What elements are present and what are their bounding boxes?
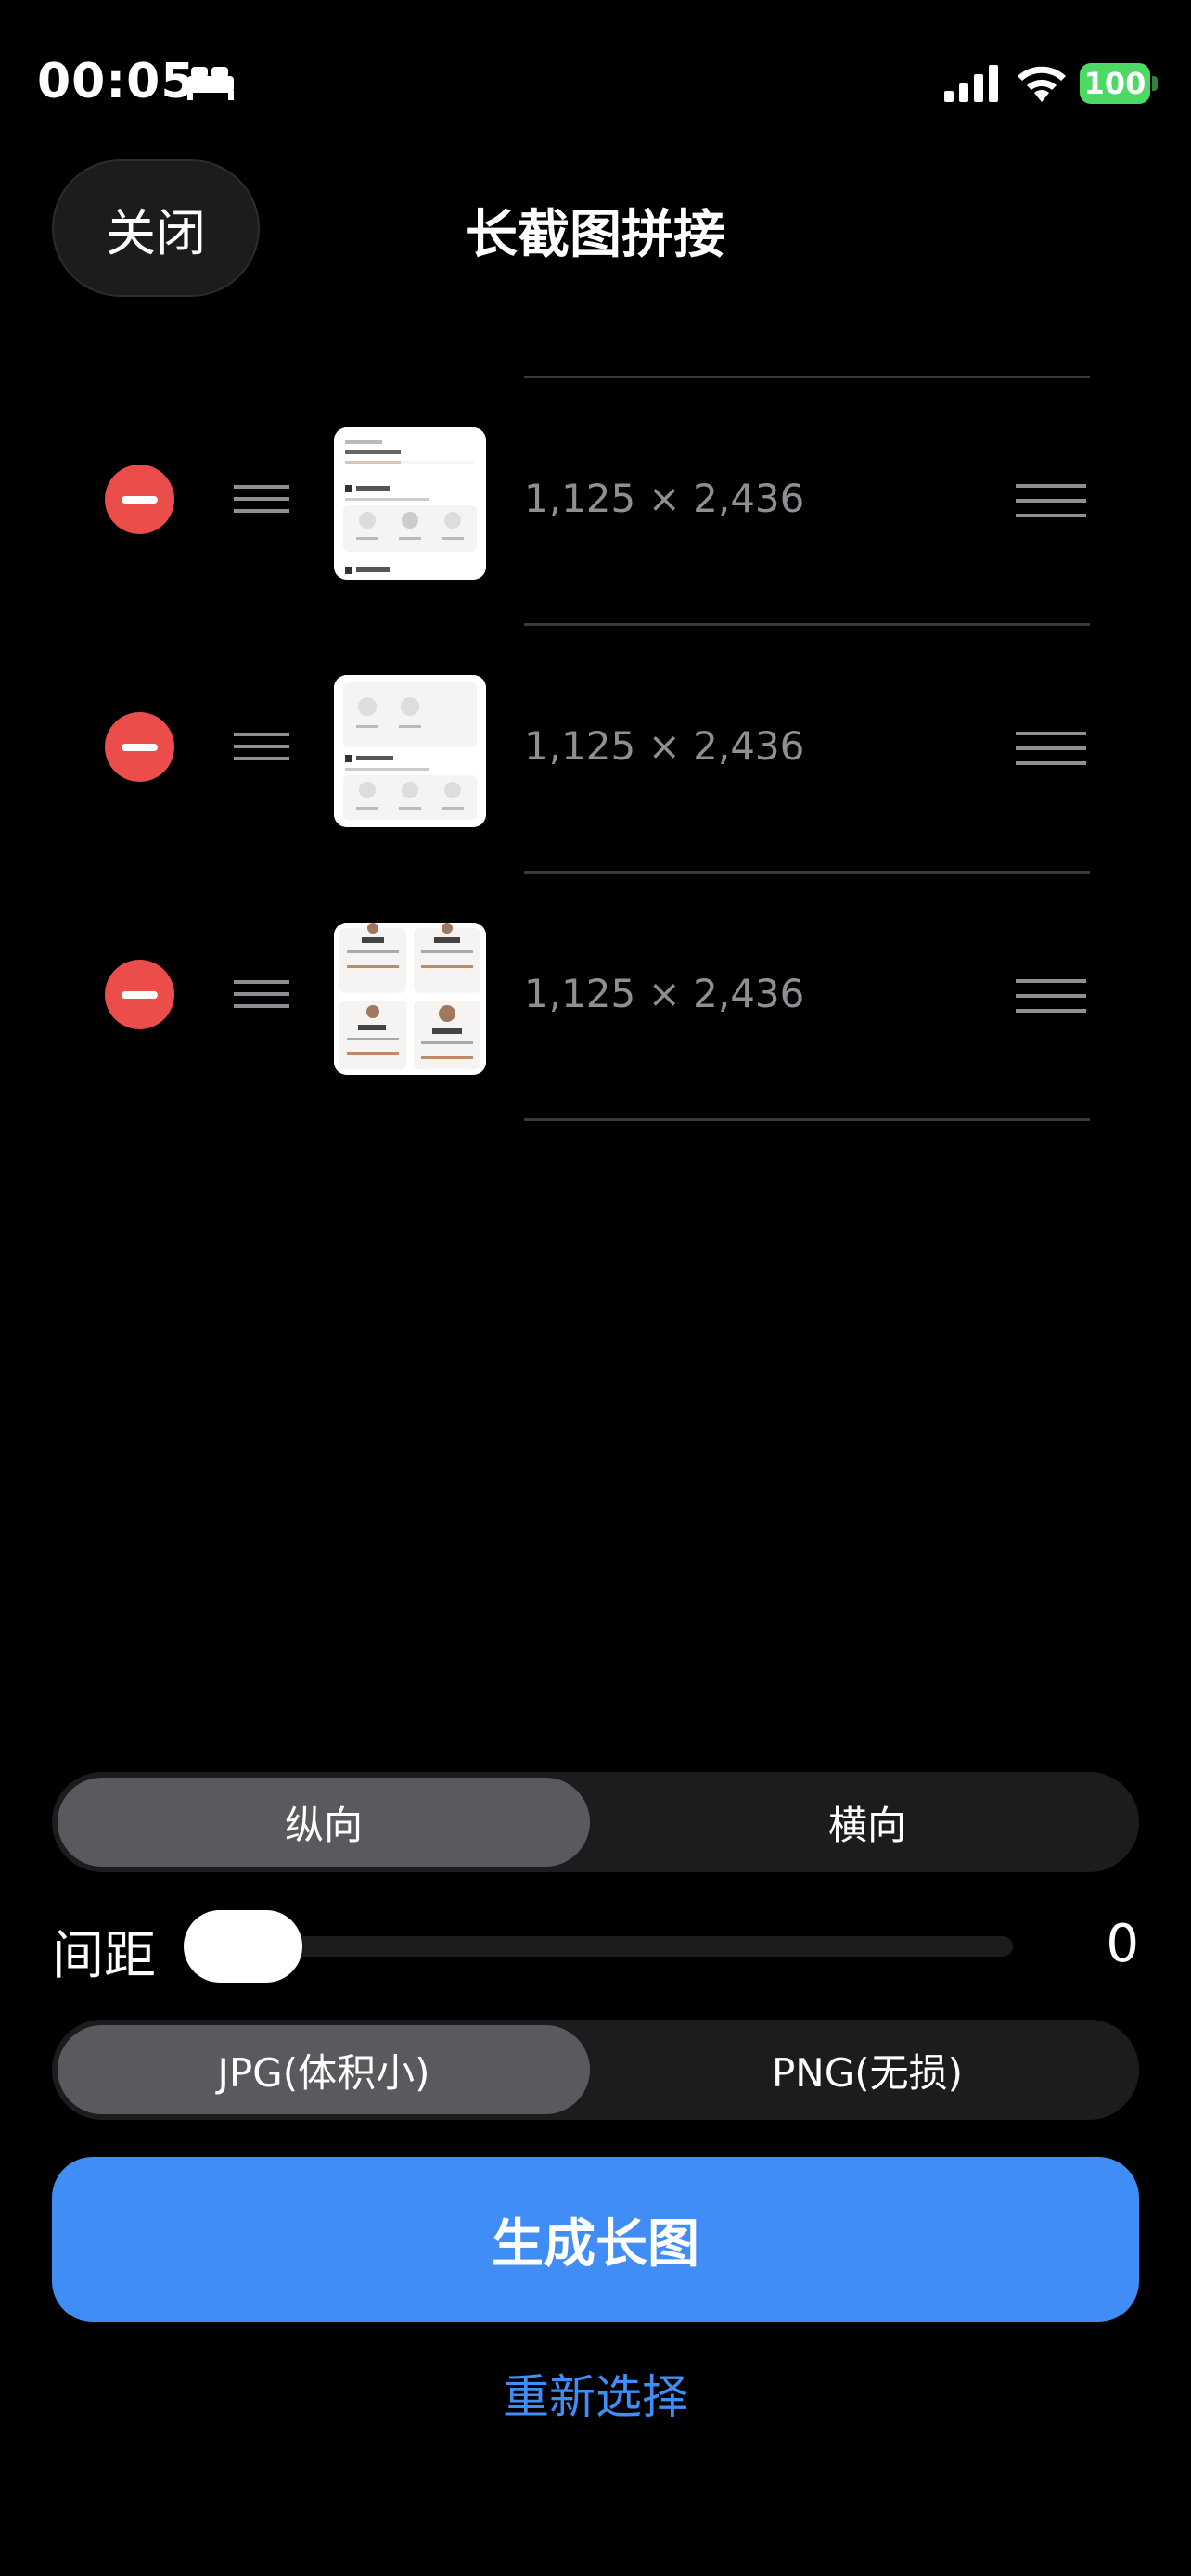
list-item: 1,125 × 2,436	[0, 871, 1191, 1118]
divider	[524, 1118, 1090, 1121]
battery-cap	[1152, 76, 1158, 91]
delete-button[interactable]	[105, 712, 174, 782]
drag-handle-icon[interactable]	[1016, 732, 1086, 765]
segment-png[interactable]: PNG(无损)	[601, 2025, 1133, 2114]
spacing-value: 0	[1106, 1914, 1139, 1974]
image-dimensions: 1,125 × 2,436	[524, 476, 805, 521]
reorder-handle-icon[interactable]	[234, 733, 289, 760]
sleep-focus-icon	[187, 67, 234, 100]
segment-jpg[interactable]: JPG(体积小)	[58, 2025, 590, 2114]
wifi-icon	[1018, 66, 1066, 102]
orientation-segmented-control: 纵向 横向	[52, 1772, 1139, 1872]
list-item: 1,125 × 2,436	[0, 623, 1191, 871]
segment-horizontal[interactable]: 横向	[601, 1778, 1133, 1867]
image-dimensions: 1,125 × 2,436	[524, 723, 805, 769]
drag-handle-icon[interactable]	[1016, 979, 1086, 1013]
status-bar: 00:05 100	[0, 0, 1191, 148]
delete-button[interactable]	[105, 465, 174, 534]
segment-vertical[interactable]: 纵向	[58, 1778, 590, 1867]
minus-icon	[122, 496, 158, 504]
status-time: 00:05	[37, 54, 196, 109]
reorder-handle-icon[interactable]	[234, 980, 289, 1008]
reselect-link[interactable]: 重新选择	[0, 2360, 1191, 2427]
spacing-label: 间距	[52, 1926, 156, 1986]
image-dimensions: 1,125 × 2,436	[524, 971, 805, 1016]
format-segmented-control: JPG(体积小) PNG(无损)	[52, 2020, 1139, 2120]
page-title: 长截图拼接	[466, 205, 725, 265]
generate-long-image-button[interactable]: 生成长图	[52, 2157, 1139, 2322]
cellular-signal-icon	[944, 65, 998, 102]
image-thumbnail	[334, 923, 486, 1075]
minus-icon	[122, 991, 158, 999]
delete-button[interactable]	[105, 960, 174, 1029]
spacing-slider-track[interactable]	[186, 1936, 1013, 1957]
spacing-slider-thumb[interactable]	[184, 1910, 302, 1983]
drag-handle-icon[interactable]	[1016, 484, 1086, 517]
screen: 00:05 100 关闭 长截图拼接 1,125 × 2,436 1,125 ×…	[0, 0, 1191, 2576]
reorder-handle-icon[interactable]	[234, 485, 289, 513]
minus-icon	[122, 744, 158, 751]
list-item: 1,125 × 2,436	[0, 376, 1191, 623]
image-thumbnail	[334, 675, 486, 827]
image-thumbnail	[334, 427, 486, 580]
battery-indicator: 100	[1080, 63, 1150, 104]
